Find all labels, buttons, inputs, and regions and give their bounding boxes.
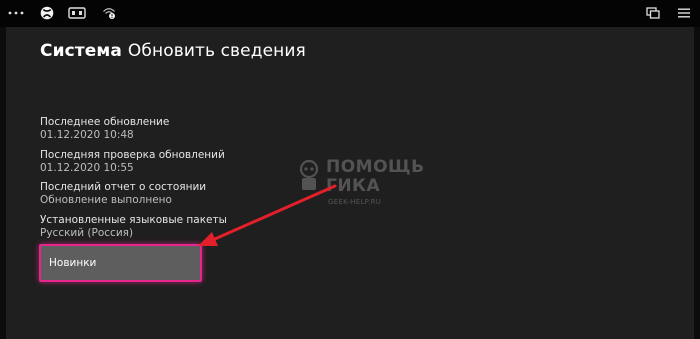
info-item-last-update: Последнее обновление 01.12.2020 10:48 [40,116,169,141]
info-value: 01.12.2020 10:48 [40,128,134,141]
top-bar [0,0,700,27]
info-value: 01.12.2020 10:55 [40,161,134,174]
media-icon[interactable] [66,4,88,22]
breadcrumb-section: Система [40,41,122,61]
info-value: Русский (Россия) [40,226,134,239]
page-title: Система Обновить сведения [40,41,306,61]
info-label: Последняя проверка обновлений [40,149,225,161]
info-label: Установленные языковые пакеты [40,214,227,226]
info-label: Последнее обновление [40,116,170,128]
info-item-last-report: Последний отчет о состоянии Обновление в… [40,181,206,206]
info-item-last-check: Последняя проверка обновлений 01.12.2020… [40,149,225,174]
info-value: Обновление выполнено [40,193,172,206]
xbox-icon[interactable] [38,4,56,22]
snap-window-icon[interactable] [644,4,662,22]
more-icon[interactable] [6,4,26,22]
breadcrumb-page: Обновить сведения [127,41,306,61]
whats-new-button[interactable]: Новинки [39,244,202,282]
settings-panel: Система Обновить сведения Последнее обнов… [6,27,694,339]
network-icon[interactable] [100,4,118,22]
menu-icon[interactable] [675,4,693,22]
info-item-language-packs: Установленные языковые пакеты Русский (Р… [40,214,227,239]
info-label: Последний отчет о состоянии [40,181,207,193]
